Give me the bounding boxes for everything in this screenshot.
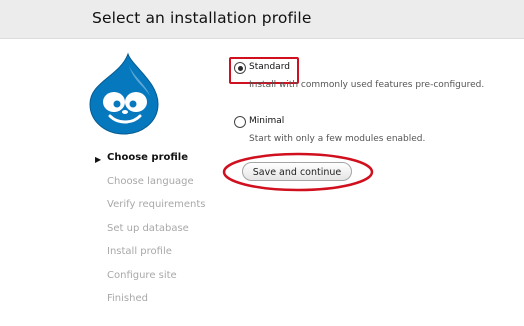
step-label: Verify requirements: [107, 199, 206, 210]
drupal-drop-icon: [88, 52, 160, 136]
step-verify-requirements: Verify requirements: [92, 198, 205, 222]
installation-steps: ▶ Choose profile Choose language Verify …: [92, 151, 205, 316]
standard-label[interactable]: Standard: [249, 62, 290, 72]
step-set-up-database: Set up database: [92, 222, 205, 246]
step-label: Choose profile: [107, 152, 188, 163]
page-title: Select an installation profile: [92, 9, 312, 27]
step-configure-site: Configure site: [92, 269, 205, 293]
minimal-label[interactable]: Minimal: [249, 116, 284, 126]
step-label: Set up database: [107, 222, 189, 234]
minimal-description: Start with only a few modules enabled.: [249, 134, 426, 144]
step-label: Configure site: [107, 269, 177, 281]
step-label: Choose language: [107, 175, 194, 187]
minimal-radio[interactable]: [234, 116, 246, 128]
standard-radio[interactable]: [234, 62, 246, 74]
step-install-profile: Install profile: [92, 245, 205, 269]
step-label: Install profile: [107, 246, 172, 257]
step-choose-profile: ▶ Choose profile: [92, 151, 205, 175]
standard-description: Install with commonly used features pre-…: [249, 80, 485, 90]
step-label: Finished: [107, 293, 148, 304]
save-and-continue-button[interactable]: Save and continue: [242, 162, 352, 181]
step-choose-language: Choose language: [92, 175, 205, 199]
current-step-marker-icon: ▶: [95, 155, 102, 164]
page-header: Select an installation profile: [0, 0, 524, 39]
step-finished: Finished: [92, 292, 205, 316]
radio-selected-dot: [237, 65, 243, 71]
